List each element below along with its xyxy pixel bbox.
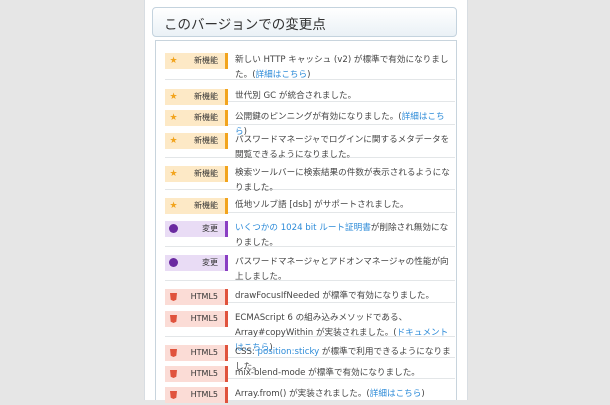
badge-label: 変更 bbox=[202, 258, 218, 267]
change-description: 低地ソルブ語 [dsb] がサポートされました。 bbox=[235, 198, 451, 213]
list-item: HTML5 CSS: position:sticky が標準で利用できるようになり… bbox=[165, 336, 455, 372]
list-item: ★ 新機能 公開鍵のピンニングが有効になりました。(詳細はこちら) bbox=[165, 101, 455, 137]
change-description: 新しい HTTP キャッシュ (v2) が標準で有効になりました。(詳細はこちら… bbox=[235, 53, 451, 83]
description-text: 低地ソルブ語 [dsb] がサポートされました。 bbox=[235, 200, 409, 210]
badge-label: HTML5 bbox=[190, 390, 218, 399]
list-item: ★ 新機能 新しい HTTP キャッシュ (v2) が標準で有効になりました。(詳細… bbox=[165, 44, 455, 80]
description-text: Array.from() が実装されました。( bbox=[235, 389, 370, 399]
html5-badge: HTML5 bbox=[165, 387, 228, 403]
html5-icon bbox=[169, 387, 178, 403]
change-icon bbox=[169, 255, 178, 271]
description-text: パスワードマネージャとアドオンマネージャの性能が向上しました。 bbox=[235, 257, 449, 282]
list-item: 変更 パスワードマネージャとアドオンマネージャの性能が向上しました。 bbox=[165, 246, 455, 282]
star-icon: ★ bbox=[169, 136, 178, 146]
new-badge: ★ 新機能 bbox=[165, 53, 228, 69]
details-link[interactable]: いくつかの 1024 bit ルート証明書 bbox=[235, 223, 371, 233]
page-title: このバージョンでの変更点 bbox=[164, 17, 326, 33]
badge-label: 新機能 bbox=[194, 136, 218, 145]
change-badge: 変更 bbox=[165, 255, 228, 271]
list-item: ★ 新機能 検索ツールバーに検索結果の件数が表示されるようになりました。 bbox=[165, 157, 455, 193]
description-text-after: ) bbox=[421, 389, 425, 399]
description-text: CSS: bbox=[235, 347, 258, 357]
new-badge: ★ 新機能 bbox=[165, 133, 228, 149]
list-item: ★ 新機能 世代別 GC が統合されました。 bbox=[165, 80, 455, 105]
list-item: ★ 新機能 低地ソルブ語 [dsb] がサポートされました。 bbox=[165, 189, 455, 214]
list-item: HTML5 drawFocusIfNeeded が標準で有効になりました。 bbox=[165, 280, 455, 305]
star-icon: ★ bbox=[169, 169, 178, 179]
description-text: 公開鍵のピンニングが有効になりました。( bbox=[235, 112, 402, 122]
badge-label: HTML5 bbox=[190, 314, 218, 323]
list-item: ★ 新機能 パスワードマネージャでログインに関するメタデータを閲覧できるようになりま… bbox=[165, 124, 455, 160]
badge-label: 新機能 bbox=[194, 169, 218, 178]
list-item: HTML5 Array.from() が実装されました。(詳細はこちら) bbox=[165, 378, 455, 403]
list-item: 変更 いくつかの 1024 bit ルート証明書が削除され無効になりました。 bbox=[165, 212, 455, 248]
badge-label: 新機能 bbox=[194, 56, 218, 65]
description-text-after: ) bbox=[307, 70, 311, 80]
description-text: drawFocusIfNeeded が標準で有効になりました。 bbox=[235, 291, 435, 301]
details-link[interactable]: position:sticky bbox=[258, 347, 320, 357]
details-link[interactable]: 詳細はこちら bbox=[256, 70, 308, 80]
list-item: HTML5 mix-blend-mode が標準で有効になりました。 bbox=[165, 357, 455, 382]
description-text: ECMAScript 6 の組み込みメソッドである、Array#copyWith… bbox=[235, 313, 408, 338]
list-item: HTML5 ECMAScript 6 の組み込みメソッドである、Array#cop… bbox=[165, 302, 455, 353]
html5-badge: HTML5 bbox=[165, 311, 228, 327]
description-text: 世代別 GC が統合されました。 bbox=[235, 91, 357, 101]
badge-label: 変更 bbox=[202, 224, 218, 233]
details-link[interactable]: 詳細はこちら bbox=[370, 389, 422, 399]
description-text: mix-blend-mode が標準で有効になりました。 bbox=[235, 368, 420, 378]
change-icon bbox=[169, 221, 178, 237]
change-badge: 変更 bbox=[165, 221, 228, 237]
new-badge: ★ 新機能 bbox=[165, 166, 228, 182]
html5-icon bbox=[169, 311, 178, 327]
changes-header: このバージョンでの変更点 bbox=[152, 7, 457, 37]
star-icon: ★ bbox=[169, 56, 178, 66]
